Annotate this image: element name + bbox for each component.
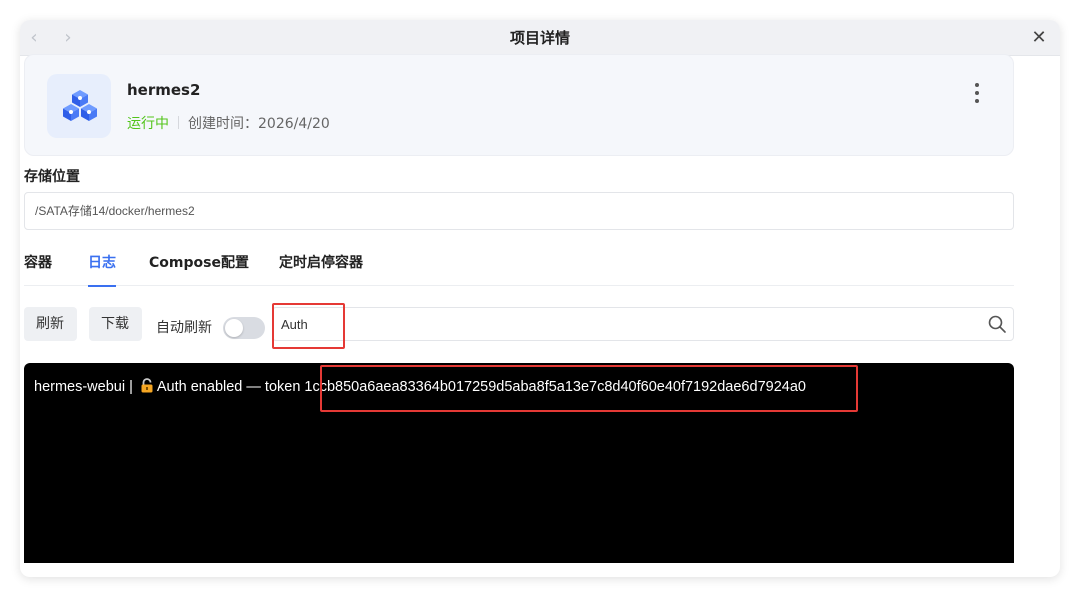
back-arrow-icon[interactable]: ‹ xyxy=(24,26,44,50)
window-title: 项目详情 xyxy=(509,29,570,47)
meta-divider xyxy=(178,116,179,129)
tab-logs[interactable]: 日志 xyxy=(88,252,116,287)
created-date: 2026/4/20 xyxy=(258,116,330,132)
log-message: Auth enabled — token xyxy=(156,379,301,395)
cubes-icon xyxy=(47,74,111,138)
log-prefix: hermes-webui | xyxy=(34,379,137,395)
tab-compose-config[interactable]: Compose配置 xyxy=(149,252,249,286)
log-search-input[interactable] xyxy=(281,308,971,340)
project-card: hermes2 运行中 创建时间：2026/4/20 xyxy=(24,54,1014,156)
refresh-button[interactable]: 刷新 xyxy=(24,307,77,341)
toggle-knob xyxy=(225,319,243,337)
tab-bar: 容器 日志 Compose配置 定时启停容器 xyxy=(24,246,1014,287)
log-token: 1ccb850a6aea83364b017259d5aba8f5a13e7c8d… xyxy=(304,379,806,395)
auto-refresh-label: 自动刷新 xyxy=(156,320,212,336)
search-icon[interactable] xyxy=(987,314,1007,334)
tab-container[interactable]: 容器 xyxy=(24,252,52,286)
lock-icon xyxy=(141,378,153,393)
close-icon[interactable]: ✕ xyxy=(1028,27,1050,49)
status-badge: 运行中 xyxy=(127,116,169,132)
log-line: hermes-webui | Auth enabled — token 1ccb8… xyxy=(34,378,806,395)
download-button[interactable]: 下载 xyxy=(89,307,142,341)
project-meta: 运行中 创建时间：2026/4/20 xyxy=(127,113,330,133)
titlebar: ‹ › 项目详情 ✕ xyxy=(20,20,1060,56)
storage-path-field: /SATA存储14/docker/hermes2 xyxy=(24,192,1014,230)
tab-scheduled-start-stop[interactable]: 定时启停容器 xyxy=(279,252,363,286)
log-output-panel: hermes-webui | Auth enabled — token 1ccb8… xyxy=(24,363,1014,563)
more-options-icon[interactable] xyxy=(967,79,987,107)
auto-refresh-toggle[interactable] xyxy=(223,317,265,339)
storage-label: 存储位置 xyxy=(24,169,80,185)
project-name: hermes2 xyxy=(127,81,201,99)
log-search-box xyxy=(272,307,1014,341)
forward-arrow-icon[interactable]: › xyxy=(58,26,78,50)
created-label: 创建时间： xyxy=(188,116,258,132)
